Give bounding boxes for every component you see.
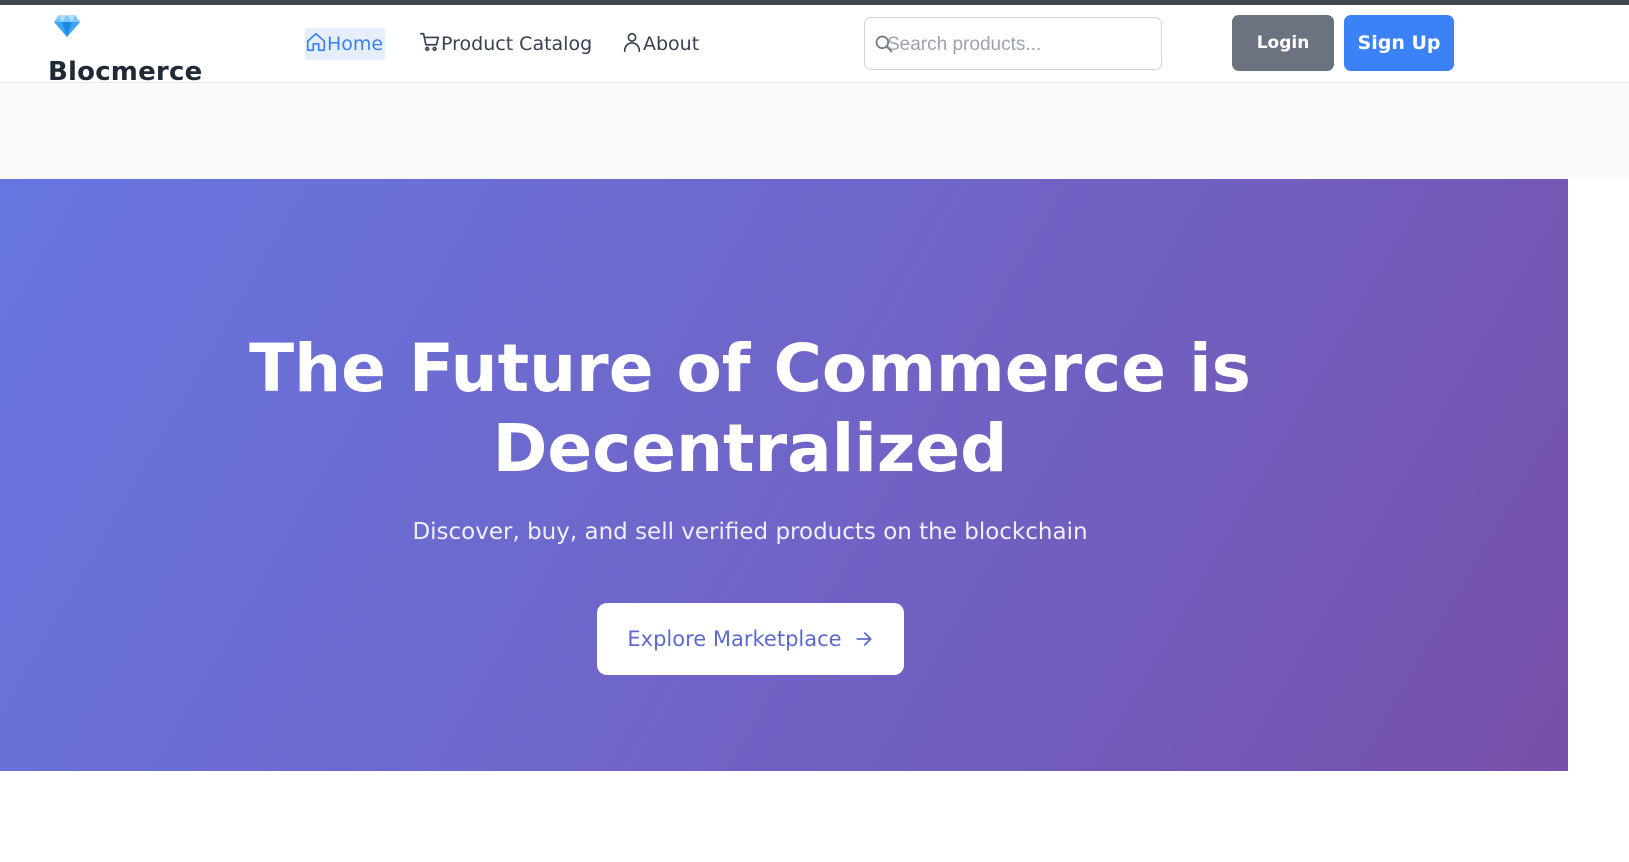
hero-section: The Future of Commerce is Decentralized …	[0, 179, 1568, 771]
search-box[interactable]	[864, 17, 1162, 70]
cart-icon	[419, 31, 441, 58]
search-input[interactable]	[885, 28, 1159, 62]
cta-label: Explore Marketplace	[627, 627, 842, 651]
hero-title-line-2: Decentralized	[492, 410, 1008, 487]
nav-item-product-catalog[interactable]: Product Catalog	[419, 28, 592, 60]
nav-item-label: Product Catalog	[441, 33, 593, 55]
signup-button[interactable]: Sign Up	[1344, 15, 1454, 71]
explore-marketplace-button[interactable]: Explore Marketplace	[597, 603, 904, 675]
home-icon	[305, 31, 327, 58]
login-button[interactable]: Login	[1232, 15, 1334, 71]
hero-subtitle: Discover, buy, and sell verified product…	[412, 519, 1088, 545]
nav-item-label: About	[643, 33, 700, 55]
nav-item-about[interactable]: About	[621, 28, 699, 60]
hero-title: The Future of Commerce is Decentralized	[0, 329, 1500, 489]
nav-item-home[interactable]: Home	[305, 28, 386, 60]
navbar: Blocmerce Home Product Catalog About Sea…	[0, 5, 1629, 87]
nav-item-label: Home	[327, 33, 384, 55]
gem-icon	[53, 14, 81, 38]
user-icon	[621, 31, 643, 58]
brand[interactable]: Blocmerce	[48, 11, 208, 87]
hero-title-line-1: The Future of Commerce is	[249, 330, 1251, 407]
arrow-right-icon	[854, 629, 874, 649]
header-spacer	[0, 83, 1629, 179]
